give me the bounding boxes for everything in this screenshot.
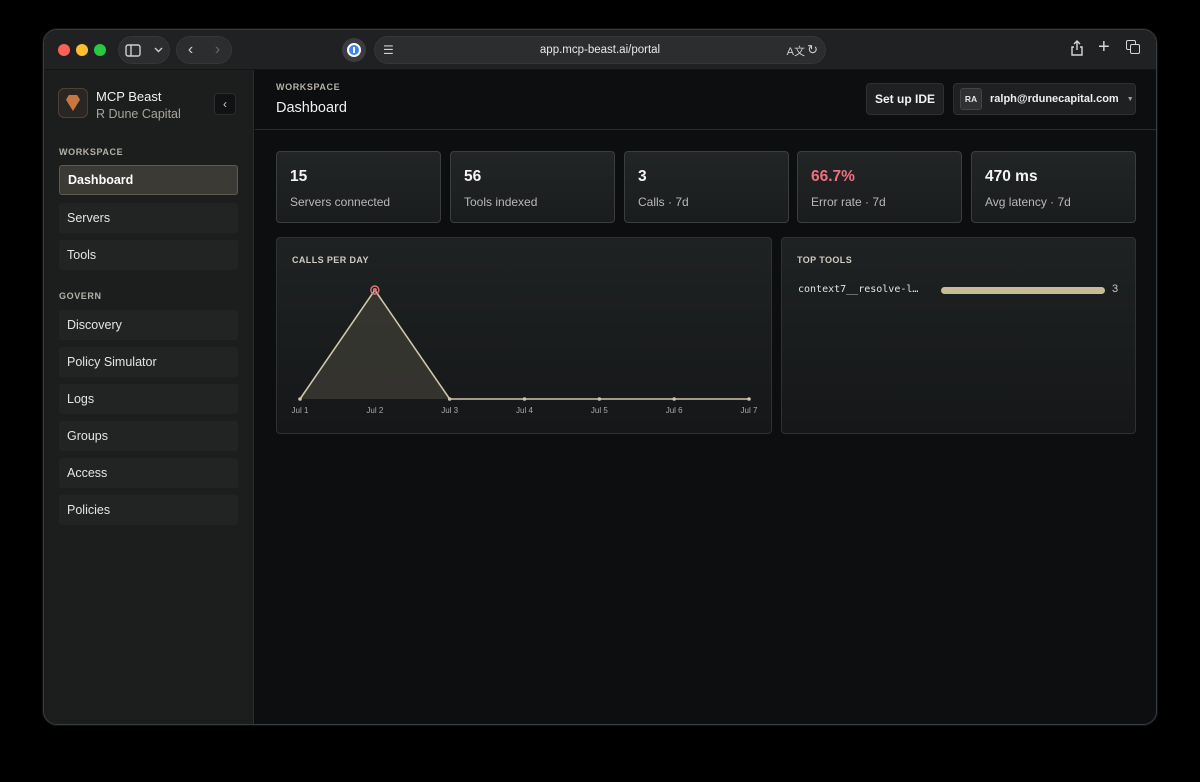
tool-usage-bar — [941, 287, 1105, 294]
chart-point — [522, 397, 527, 401]
stat-card-error-rate: 66.7% Error rate · 7d — [797, 151, 962, 223]
page-header: WORKSPACE Dashboard Set up IDE RA ralph@… — [255, 70, 1156, 130]
reload-icon[interactable]: ↻ — [807, 42, 818, 58]
new-tab-icon[interactable]: + — [1098, 36, 1110, 59]
chart-point — [372, 288, 377, 292]
sidebar-item-logs[interactable]: Logs — [59, 384, 238, 414]
sidebar-item-groups[interactable]: Groups — [59, 421, 238, 451]
stat-label: Avg latency · 7d — [985, 195, 1071, 209]
sidebar-item-policy-simulator[interactable]: Policy Simulator — [59, 347, 238, 377]
org-name: R Dune Capital — [96, 107, 181, 121]
stat-label: Error rate · 7d — [811, 195, 886, 209]
breadcrumb: WORKSPACE — [276, 82, 341, 92]
x-tick-label: Jul 5 — [591, 406, 608, 415]
x-tick-label: Jul 3 — [441, 406, 458, 415]
stat-value: 3 — [638, 168, 647, 185]
stat-value: 470 ms — [985, 168, 1038, 185]
stat-value: 56 — [464, 168, 482, 185]
panel-title: TOP TOOLS — [797, 255, 853, 265]
sidebar-icon — [125, 43, 141, 57]
stat-label: Servers connected — [290, 195, 391, 209]
user-email: ralph@rdunecapital.com — [990, 93, 1119, 105]
sidebar-item-dashboard[interactable]: Dashboard — [59, 165, 238, 195]
stat-label: Tools indexed — [464, 195, 538, 209]
shield-icon — [66, 95, 80, 111]
tool-name: context7__resolve-l… — [798, 284, 919, 295]
list-item[interactable]: context7__resolve-l… 3 — [798, 283, 1138, 299]
browser-window: ‹ › ☰ app.mcp-beast.ai/portal A文 ↻ + MCP — [43, 29, 1157, 725]
tab-overview-icon[interactable] — [1126, 40, 1140, 54]
sidebar-toggle-button[interactable] — [118, 36, 170, 64]
top-tools-panel: TOP TOOLS context7__resolve-l… 3 — [781, 237, 1136, 434]
history-nav: ‹ › — [176, 36, 232, 64]
share-icon[interactable] — [1070, 40, 1084, 61]
section-label-workspace: WORKSPACE — [59, 147, 124, 157]
stat-card-servers: 15 Servers connected — [276, 151, 441, 223]
url-text: app.mcp-beast.ai/portal — [539, 44, 661, 56]
x-tick-label: Jul 6 — [666, 406, 683, 415]
zoom-window-button[interactable] — [94, 44, 106, 56]
sidebar-item-servers[interactable]: Servers — [59, 203, 238, 233]
chart-point — [298, 397, 302, 401]
section-label-govern: GOVERN — [59, 291, 102, 301]
sidebar-item-discovery[interactable]: Discovery — [59, 310, 238, 340]
collapse-sidebar-button[interactable]: ‹ — [214, 93, 236, 115]
tool-count: 3 — [1112, 283, 1119, 295]
address-bar[interactable]: ☰ app.mcp-beast.ai/portal A文 ↻ — [374, 36, 826, 64]
main-content: WORKSPACE Dashboard Set up IDE RA ralph@… — [255, 70, 1156, 724]
close-window-button[interactable] — [58, 44, 70, 56]
chart-point — [747, 397, 751, 401]
stat-card-tools: 56 Tools indexed — [450, 151, 615, 223]
minimize-window-button[interactable] — [76, 44, 88, 56]
stat-card-calls: 3 Calls · 7d — [624, 151, 789, 223]
translate-icon[interactable]: A文 — [787, 43, 805, 59]
brand-logo — [58, 88, 88, 118]
sidebar-item-tools[interactable]: Tools — [59, 240, 238, 270]
chart-point — [597, 397, 602, 401]
x-tick-label: Jul 2 — [366, 406, 383, 415]
page-title: Dashboard — [276, 100, 347, 116]
calls-per-day-chart: Jul 1 Jul 2 Jul 3 Jul 4 Jul 5 Jul 6 Jul 7 — [292, 285, 758, 415]
x-tick-label: Jul 1 — [292, 406, 309, 415]
password-extension-button[interactable] — [342, 38, 366, 62]
sidebar: MCP Beast R Dune Capital ‹ WORKSPACE Das… — [44, 70, 254, 724]
chart-point — [672, 397, 676, 401]
stat-value: 66.7% — [811, 168, 855, 185]
sidebar-item-access[interactable]: Access — [59, 458, 238, 488]
tool-usage-track — [941, 287, 1105, 294]
user-menu-button[interactable]: RA ralph@rdunecapital.com ▼ — [953, 83, 1136, 115]
stat-label: Calls · 7d — [638, 195, 689, 209]
chart-area — [300, 290, 749, 399]
stat-card-latency: 470 ms Avg latency · 7d — [971, 151, 1136, 223]
calls-per-day-panel: CALLS PER DAY Jul 1 Jul 2 Jul 3 Jul 4 Jul 5J… — [276, 237, 772, 434]
avatar: RA — [960, 88, 982, 110]
chevron-down-icon: ▼ — [1126, 95, 1134, 103]
chart-point — [447, 397, 452, 401]
password-manager-icon — [347, 43, 361, 57]
forward-icon[interactable]: › — [215, 41, 220, 59]
x-tick-label: Jul 4 — [516, 406, 533, 415]
stat-value: 15 — [290, 168, 308, 185]
x-tick-label: Jul 7 — [741, 406, 758, 415]
sidebar-item-policies[interactable]: Policies — [59, 495, 238, 525]
browser-toolbar: ‹ › ☰ app.mcp-beast.ai/portal A文 ↻ + — [44, 30, 1156, 70]
back-icon[interactable]: ‹ — [188, 41, 193, 59]
setup-ide-button[interactable]: Set up IDE — [866, 83, 944, 115]
brand-name: MCP Beast — [96, 89, 162, 104]
chevron-down-icon — [154, 47, 163, 53]
